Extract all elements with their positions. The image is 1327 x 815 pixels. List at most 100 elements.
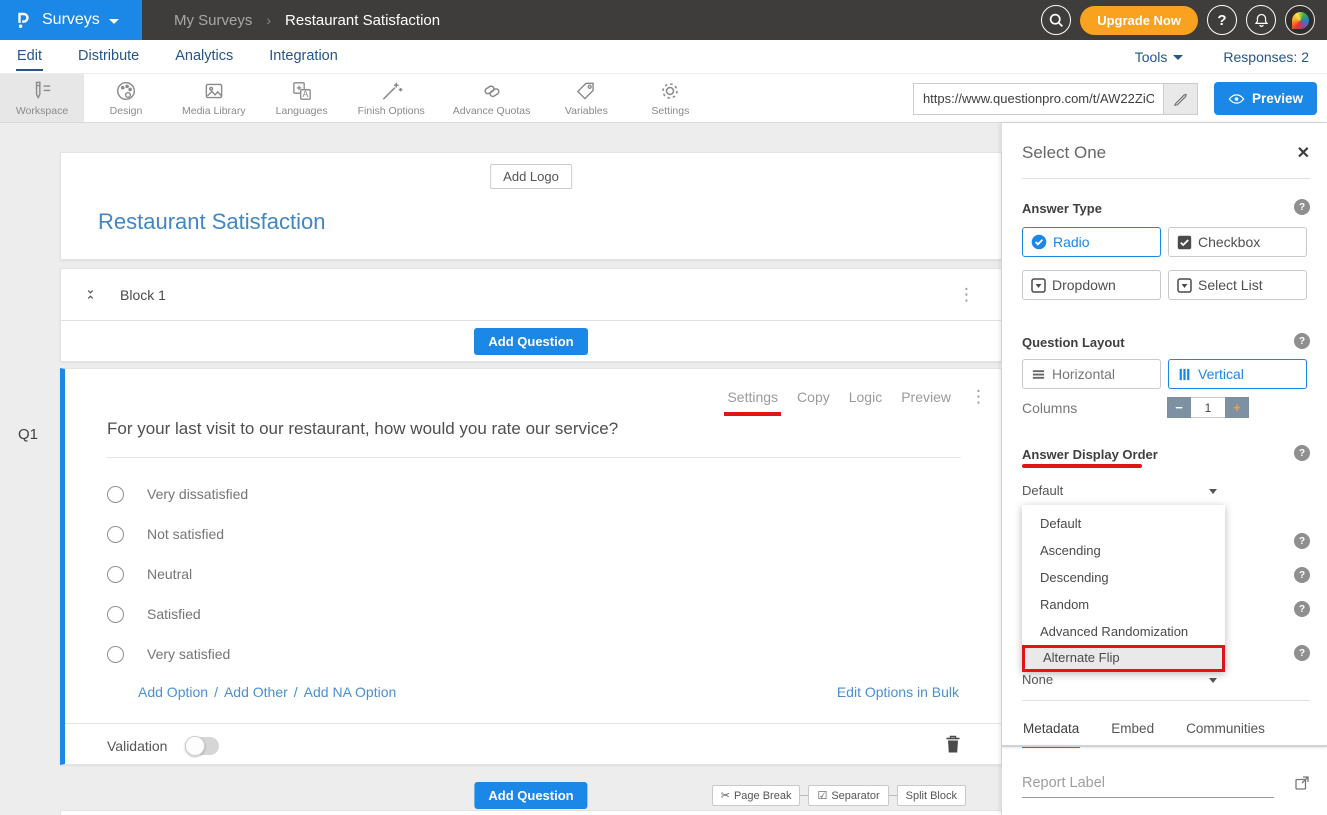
- toolbar-item-settings[interactable]: Settings: [628, 74, 712, 122]
- validation-toggle[interactable]: [185, 737, 219, 755]
- toolbar-item-media-library[interactable]: Media Library: [168, 74, 260, 122]
- columns-value-input[interactable]: [1191, 397, 1225, 418]
- layout-vertical[interactable]: Vertical: [1168, 359, 1307, 389]
- edit-options-in-bulk-link[interactable]: Edit Options in Bulk: [837, 684, 959, 700]
- menu-item-ascending[interactable]: Ascending: [1022, 537, 1225, 564]
- panel-divider: [1022, 700, 1310, 701]
- columns-label: Columns: [1022, 400, 1077, 416]
- add-logo-button[interactable]: Add Logo: [490, 164, 572, 189]
- toolbar-item-languages[interactable]: A Languages: [260, 74, 344, 122]
- answer-display-order-select[interactable]: Default: [1022, 483, 1225, 501]
- help-icon[interactable]: ?: [1294, 601, 1310, 617]
- tab-integration[interactable]: Integration: [268, 42, 339, 71]
- answer-type-help-icon[interactable]: ?: [1294, 199, 1310, 215]
- help-icon[interactable]: ?: [1294, 567, 1310, 583]
- block-menu-button[interactable]: ⋮: [958, 285, 975, 305]
- notifications-button[interactable]: [1246, 5, 1276, 35]
- radio-button[interactable]: [107, 566, 124, 583]
- survey-title[interactable]: Restaurant Satisfaction: [98, 209, 325, 235]
- toolbar-item-advance-quotas[interactable]: Advance Quotas: [439, 74, 545, 122]
- tools-menu[interactable]: Tools: [1135, 49, 1184, 65]
- radio-button[interactable]: [107, 486, 124, 503]
- add-question-button[interactable]: Add Question: [474, 328, 587, 355]
- radio-button[interactable]: [107, 606, 124, 623]
- split-block-button[interactable]: Split Block: [897, 785, 966, 806]
- tab-distribute[interactable]: Distribute: [77, 42, 140, 71]
- edit-url-button[interactable]: [1163, 83, 1198, 115]
- none-select[interactable]: None: [1022, 672, 1225, 690]
- answer-display-order-help-icon[interactable]: ?: [1294, 445, 1310, 461]
- nav-right: Tools Responses: 2: [1135, 49, 1327, 65]
- question-tab-copy[interactable]: Copy: [797, 389, 830, 405]
- help-button[interactable]: ?: [1207, 5, 1237, 35]
- add-option-link[interactable]: Add Option: [138, 684, 208, 700]
- preview-button[interactable]: Preview: [1214, 82, 1317, 115]
- collapse-block-button[interactable]: [83, 286, 98, 303]
- answer-type-select-list[interactable]: Select List: [1168, 270, 1307, 300]
- toolbar-item-workspace[interactable]: Workspace: [0, 74, 84, 122]
- question-menu-button[interactable]: ⋮: [970, 387, 987, 407]
- layout-horizontal[interactable]: Horizontal: [1022, 359, 1161, 389]
- add-question-button-bottom[interactable]: Add Question: [474, 782, 587, 809]
- radio-button[interactable]: [107, 646, 124, 663]
- brand-label: Surveys: [42, 11, 100, 29]
- panel-tab-embed[interactable]: Embed: [1110, 721, 1155, 748]
- collapse-icon: [83, 286, 98, 303]
- breadcrumb-my-surveys[interactable]: My Surveys: [174, 12, 252, 29]
- page-break-button[interactable]: ✂Page Break: [712, 785, 801, 806]
- question-tab-preview[interactable]: Preview: [901, 389, 951, 405]
- toolbar-item-design[interactable]: Design: [84, 74, 168, 122]
- answer-type-dropdown[interactable]: Dropdown: [1022, 270, 1161, 300]
- add-na-option-link[interactable]: Add NA Option: [304, 684, 397, 700]
- help-icon[interactable]: ?: [1294, 645, 1310, 661]
- menu-item-advanced-randomization[interactable]: Advanced Randomization: [1022, 618, 1225, 645]
- survey-url-input[interactable]: [913, 83, 1163, 115]
- toolbar-item-finish-options[interactable]: Finish Options: [344, 74, 439, 122]
- panel-tab-metadata[interactable]: Metadata: [1022, 721, 1080, 748]
- close-panel-button[interactable]: ✕: [1297, 143, 1310, 163]
- columns-decrease-button[interactable]: −: [1167, 397, 1191, 418]
- display-order-dropdown-menu: Default Ascending Descending Random Adva…: [1022, 505, 1225, 672]
- search-button[interactable]: [1041, 5, 1071, 35]
- menu-item-default[interactable]: Default: [1022, 510, 1225, 537]
- question-tab-settings[interactable]: Settings: [727, 389, 778, 405]
- delete-question-button[interactable]: [945, 734, 961, 759]
- question-text[interactable]: For your last visit to our restaurant, h…: [107, 419, 618, 439]
- avatar-logo-icon: [1292, 12, 1309, 29]
- answer-option-row: Not satisfied: [107, 522, 224, 546]
- workspace-icon: [30, 79, 54, 103]
- chevron-down-icon: [109, 19, 119, 24]
- help-icon[interactable]: ?: [1294, 533, 1310, 549]
- product-switcher[interactable]: Surveys: [0, 0, 142, 40]
- add-other-link[interactable]: Add Other: [224, 684, 288, 700]
- dropdown-box-icon: [1031, 278, 1046, 293]
- block-title[interactable]: Block 1: [120, 287, 166, 303]
- answer-type-radio[interactable]: Radio: [1022, 227, 1161, 257]
- toolbar-item-variables[interactable]: Variables: [544, 74, 628, 122]
- columns-increase-button[interactable]: +: [1225, 397, 1249, 418]
- responses-count[interactable]: Responses: 2: [1223, 49, 1309, 65]
- upgrade-now-button[interactable]: Upgrade Now: [1080, 6, 1198, 35]
- vertical-bars-icon: [1177, 367, 1192, 382]
- expand-report-label-button[interactable]: [1294, 775, 1310, 796]
- bell-icon: [1253, 12, 1270, 29]
- tab-analytics[interactable]: Analytics: [174, 42, 234, 71]
- separator-button[interactable]: ☑Separator: [808, 785, 888, 806]
- panel-title: Select One: [1022, 143, 1106, 163]
- account-avatar[interactable]: [1285, 5, 1315, 35]
- panel-tab-communities[interactable]: Communities: [1185, 721, 1266, 748]
- question-layout-help-icon[interactable]: ?: [1294, 333, 1310, 349]
- tab-edit[interactable]: Edit: [16, 42, 43, 71]
- menu-item-random[interactable]: Random: [1022, 591, 1225, 618]
- radio-button[interactable]: [107, 526, 124, 543]
- menu-item-descending[interactable]: Descending: [1022, 564, 1225, 591]
- validation-row: Validation: [107, 737, 219, 755]
- answer-type-checkbox[interactable]: Checkbox: [1168, 227, 1307, 257]
- question-tab-logic[interactable]: Logic: [849, 389, 882, 405]
- answer-option-row: Neutral: [107, 562, 192, 586]
- report-label-input[interactable]: [1022, 773, 1274, 798]
- menu-item-alternate-flip[interactable]: Alternate Flip: [1022, 645, 1225, 672]
- variables-tag-icon: [574, 79, 598, 103]
- media-library-icon: [202, 79, 226, 103]
- block-add-row: Add Question: [61, 321, 1001, 362]
